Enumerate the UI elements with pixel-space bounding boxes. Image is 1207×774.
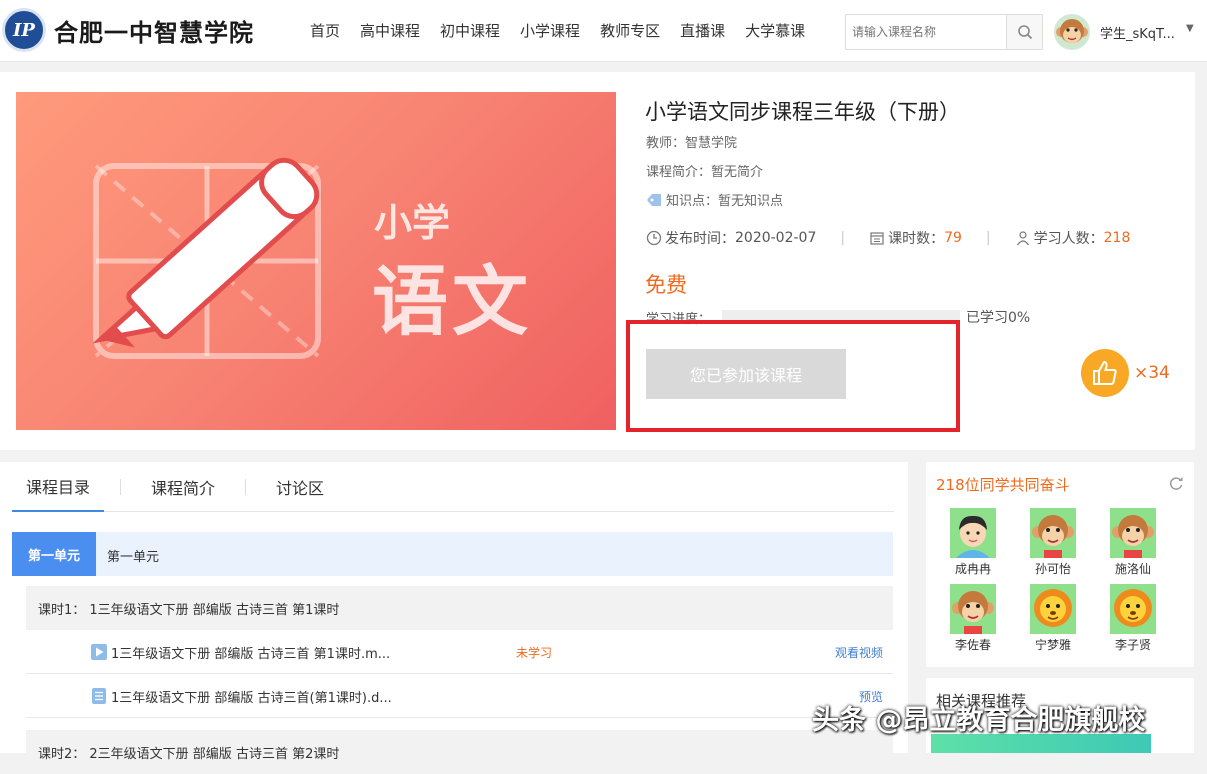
document-icon bbox=[92, 688, 106, 704]
publish-date: 2020-02-07 bbox=[735, 230, 817, 246]
item-name: 1三年级语文下册 部编版 古诗三首(第1课时).d... bbox=[111, 691, 392, 706]
course-title: 小学语文同步课程三年级（下册） bbox=[645, 100, 960, 124]
school-logo[interactable]: IP bbox=[2, 8, 46, 52]
search-icon bbox=[1017, 25, 1032, 40]
lesson-row[interactable]: 课时1： 1三年级语文下册 部编版 古诗三首 第1课时 bbox=[26, 586, 893, 630]
student-name: 成冉冉 bbox=[954, 562, 991, 576]
username[interactable]: 学生_sKqT... bbox=[1100, 23, 1175, 42]
site-title[interactable]: 合肥一中智慧学院 bbox=[54, 13, 254, 48]
lesson-row[interactable]: 课时2： 2三年级语文下册 部编版 古诗三首 第2课时 bbox=[26, 730, 893, 774]
classmates-panel: 218位同学共同奋斗 成冉冉 孙可怡 施洛仙 李佐春 宁梦雅 李子贤 bbox=[926, 462, 1194, 667]
student-avatar[interactable]: 成冉冉 bbox=[948, 508, 998, 577]
nav-middle-school[interactable]: 初中课程 bbox=[440, 20, 500, 41]
unit-row[interactable]: 第一单元 第一单元 bbox=[12, 532, 893, 576]
main-nav: 首页 高中课程 初中课程 小学课程 教师专区 直播课 大学慕课 bbox=[310, 20, 825, 41]
course-teacher: 教师：智慧学院 bbox=[646, 136, 738, 151]
student-avatar[interactable]: 宁梦雅 bbox=[1028, 584, 1078, 653]
course-intro: 课程简介：暂无简介 bbox=[646, 165, 764, 180]
publish-label: 发布时间： bbox=[665, 231, 735, 247]
nav-live-class[interactable]: 直播课 bbox=[680, 20, 725, 41]
nav-home[interactable]: 首页 bbox=[310, 20, 340, 41]
student-name: 李佐春 bbox=[954, 638, 991, 652]
lessons-count: 79 bbox=[944, 230, 962, 246]
like-button[interactable] bbox=[1081, 349, 1129, 397]
course-meta: 发布时间： 2020-02-07 | 课时数： 79 | 学习人数： 218 bbox=[646, 228, 1130, 248]
nav-university-mooc[interactable]: 大学慕课 bbox=[745, 20, 805, 41]
student-name: 宁梦雅 bbox=[1034, 638, 1071, 652]
progress-text: 已学习0% bbox=[966, 310, 1031, 326]
monkey-avatar-icon bbox=[950, 584, 996, 634]
course-cover: 小学 语文 bbox=[16, 92, 616, 430]
monkey-avatar-icon bbox=[1030, 508, 1076, 558]
nav-teacher-zone[interactable]: 教师专区 bbox=[600, 20, 660, 41]
student-name: 孙可怡 bbox=[1034, 562, 1071, 576]
tab-divider bbox=[245, 478, 247, 495]
calendar-icon bbox=[870, 232, 884, 245]
student-name: 李子贤 bbox=[1114, 638, 1151, 652]
search-button[interactable] bbox=[1006, 15, 1042, 49]
highlight-annotation bbox=[626, 320, 960, 432]
monkey-avatar-icon bbox=[1110, 508, 1156, 558]
tab-divider bbox=[120, 478, 122, 495]
nav-high-school[interactable]: 高中课程 bbox=[360, 20, 420, 41]
cover-text-chinese: 语文 bbox=[372, 257, 532, 346]
course-card: 小学 语文 小学语文同步课程三年级（下册） 教师：智慧学院 课程简介：暂无简介 … bbox=[0, 72, 1195, 450]
student-name: 施洛仙 bbox=[1114, 562, 1151, 576]
student-avatar[interactable]: 孙可怡 bbox=[1028, 508, 1078, 577]
cover-text-primary: 小学 bbox=[374, 201, 451, 245]
lion-avatar-icon bbox=[1030, 584, 1076, 634]
course-price: 免费 bbox=[645, 273, 687, 297]
student-avatar[interactable]: 施洛仙 bbox=[1108, 508, 1158, 577]
logo-mark: IP bbox=[13, 19, 35, 41]
unit-badge: 第一单元 bbox=[12, 532, 96, 576]
tab-intro[interactable]: 课程简介 bbox=[137, 462, 229, 512]
thumbs-up-icon bbox=[1093, 360, 1117, 385]
watch-video-link[interactable]: 观看视频 bbox=[835, 644, 883, 661]
unit-name: 第一单元 bbox=[107, 550, 160, 565]
meta-divider: | bbox=[985, 230, 991, 246]
tab-catalog[interactable]: 课程目录 bbox=[12, 462, 105, 512]
tag-icon bbox=[647, 193, 661, 206]
learners-label: 学习人数： bbox=[1033, 231, 1104, 247]
like-count: ×34 bbox=[1134, 363, 1170, 383]
classmates-title: 218位同学共同奋斗 bbox=[936, 476, 1070, 494]
student-avatar[interactable]: 李子贤 bbox=[1108, 584, 1158, 653]
nav-primary-school[interactable]: 小学课程 bbox=[520, 20, 580, 41]
item-status: 未学习 bbox=[516, 646, 553, 660]
course-tabs: 课程目录 课程简介 讨论区 bbox=[12, 462, 894, 512]
user-avatar[interactable] bbox=[1054, 14, 1090, 50]
refresh-icon[interactable] bbox=[1168, 475, 1184, 495]
search-box bbox=[845, 14, 1043, 50]
lion-avatar-icon bbox=[1110, 584, 1156, 634]
watermark: 头条 @昂立教育合肥旗舰校 bbox=[812, 705, 1146, 736]
knowledge-text: 知识点：暂无知识点 bbox=[666, 194, 784, 209]
list-item-video[interactable]: 1三年级语文下册 部编版 古诗三首 第1课时.m... 未学习 观看视频 bbox=[26, 630, 893, 674]
lessons-label: 课时数： bbox=[888, 231, 945, 247]
boy-avatar-icon bbox=[950, 508, 996, 558]
clock-icon bbox=[646, 230, 662, 246]
tab-discussion[interactable]: 讨论区 bbox=[262, 462, 338, 512]
course-knowledge: 知识点：暂无知识点 bbox=[646, 190, 783, 209]
catalog-panel: 课程目录 课程简介 讨论区 第一单元 第一单元 课时1： 1三年级语文下册 部编… bbox=[0, 462, 908, 774]
list-item-document[interactable]: 1三年级语文下册 部编版 古诗三首(第1课时).d... 预览 bbox=[26, 674, 893, 718]
progress-bar bbox=[722, 310, 960, 320]
meta-divider: | bbox=[840, 230, 846, 246]
person-icon bbox=[1016, 231, 1029, 246]
search-input[interactable] bbox=[846, 15, 1008, 49]
video-play-icon bbox=[91, 644, 107, 660]
top-bar: IP 合肥一中智慧学院 首页 高中课程 初中课程 小学课程 教师专区 直播课 大… bbox=[0, 0, 1207, 62]
student-avatar[interactable]: 李佐春 bbox=[948, 584, 998, 653]
monkey-avatar-icon bbox=[1056, 19, 1088, 43]
learners-count: 218 bbox=[1103, 230, 1131, 246]
chevron-down-icon[interactable]: ▼ bbox=[1186, 23, 1194, 34]
item-name: 1三年级语文下册 部编版 古诗三首 第1课时.m... bbox=[111, 647, 391, 662]
